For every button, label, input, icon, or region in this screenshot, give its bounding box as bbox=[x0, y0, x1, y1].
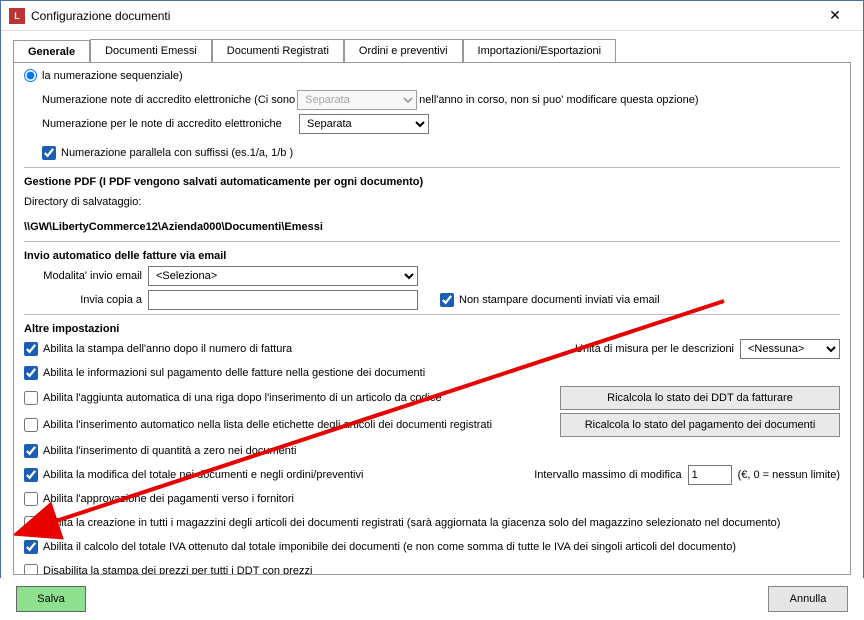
ricalcola-ddt-button[interactable]: Ricalcola lo stato dei DDT da fatturare bbox=[560, 386, 840, 410]
c7-label: Abilita l'approvazione dei pagamenti ver… bbox=[43, 493, 294, 505]
save-button[interactable]: Salva bbox=[16, 586, 86, 612]
c10-checkbox[interactable] bbox=[24, 564, 38, 575]
email-copia-label: Invia copia a bbox=[24, 294, 142, 306]
email-nostampa-checkbox[interactable] bbox=[440, 293, 454, 307]
c9-checkbox[interactable] bbox=[24, 540, 38, 554]
c10-label: Disabilita la stampa dei prezzi per tutt… bbox=[43, 565, 312, 575]
c3-checkbox[interactable] bbox=[24, 391, 38, 405]
radio-truncated-row: la numerazione sequenziale) bbox=[24, 65, 840, 86]
c5-label: Abilita l'inserimento di quantità a zero… bbox=[43, 445, 296, 457]
num-per-note-select[interactable]: Separata bbox=[299, 114, 429, 134]
unita-label: Unità di misura per le descrizioni bbox=[575, 343, 734, 355]
c5-checkbox[interactable] bbox=[24, 444, 38, 458]
tab-documenti-registrati[interactable]: Documenti Registrati bbox=[212, 39, 344, 62]
close-button[interactable]: ✕ bbox=[815, 2, 855, 30]
parallela-checkbox[interactable] bbox=[42, 146, 56, 160]
tab-strip: Generale Documenti Emessi Documenti Regi… bbox=[1, 31, 863, 62]
c2-checkbox[interactable] bbox=[24, 366, 38, 380]
intervallo-label: Intervallo massimo di modifica bbox=[534, 469, 681, 481]
ricalcola-pagamento-button[interactable]: Ricalcola lo stato del pagamento dei doc… bbox=[560, 413, 840, 437]
num-note-label-post: nell'anno in corso, non si puo' modifica… bbox=[419, 94, 698, 106]
num-note-select: Separata bbox=[297, 90, 417, 110]
c4-label: Abilita l'inserimento automatico nella l… bbox=[43, 419, 492, 431]
tab-panel-generale: la numerazione sequenziale) Numerazione … bbox=[14, 63, 850, 574]
unita-select[interactable]: <Nessuna> bbox=[740, 339, 840, 359]
numbering-mode-radio[interactable] bbox=[24, 69, 37, 82]
c8-label: Abilita la creazione in tutti i magazzin… bbox=[43, 517, 780, 529]
c6-checkbox[interactable] bbox=[24, 468, 38, 482]
c8-checkbox[interactable] bbox=[24, 516, 38, 530]
email-nostampa-label: Non stampare documenti inviati via email bbox=[459, 294, 660, 306]
c9-label: Abilita il calcolo del totale IVA ottenu… bbox=[43, 541, 736, 553]
c4-checkbox[interactable] bbox=[24, 418, 38, 432]
app-icon: L bbox=[9, 8, 25, 24]
num-per-note-label: Numerazione per le note di accredito ele… bbox=[42, 118, 299, 130]
c7-checkbox[interactable] bbox=[24, 492, 38, 506]
c6-label: Abilita la modifica del totale nei docum… bbox=[43, 469, 363, 481]
intervallo-hint: (€, 0 = nessun limite) bbox=[738, 469, 840, 481]
pdf-section-head: Gestione PDF (I PDF vengono salvati auto… bbox=[24, 176, 840, 188]
title-bar: L Configurazione documenti ✕ bbox=[1, 1, 863, 31]
email-section-head: Invio automatico delle fatture via email bbox=[24, 250, 840, 262]
tab-ordini-preventivi[interactable]: Ordini e preventivi bbox=[344, 39, 463, 62]
email-copia-input[interactable] bbox=[148, 290, 418, 310]
tab-generale[interactable]: Generale bbox=[13, 40, 90, 63]
dialog-footer: Salva Annulla bbox=[0, 578, 864, 620]
altre-section-head: Altre impostazioni bbox=[24, 323, 840, 335]
window-title: Configurazione documenti bbox=[31, 9, 815, 23]
tab-import-export[interactable]: Importazioni/Esportazioni bbox=[463, 39, 617, 62]
parallela-label: Numerazione parallela con suffissi (es.1… bbox=[61, 147, 293, 159]
email-modalita-label: Modalita' invio email bbox=[24, 270, 142, 282]
c2-label: Abilita le informazioni sul pagamento de… bbox=[43, 367, 425, 379]
tab-documenti-emessi[interactable]: Documenti Emessi bbox=[90, 39, 212, 62]
c1-checkbox[interactable] bbox=[24, 342, 38, 356]
intervallo-input[interactable] bbox=[688, 465, 732, 485]
radio-truncated-label: la numerazione sequenziale) bbox=[42, 70, 183, 82]
c1-label: Abilita la stampa dell'anno dopo il nume… bbox=[43, 343, 292, 355]
pdf-dir-value: \\GW\LibertyCommerce12\Azienda000\Docume… bbox=[24, 216, 840, 237]
email-modalita-select[interactable]: <Seleziona> bbox=[148, 266, 418, 286]
cancel-button[interactable]: Annulla bbox=[768, 586, 848, 612]
pdf-dir-label: Directory di salvataggio: bbox=[24, 196, 141, 208]
c3-label: Abilita l'aggiunta automatica di una rig… bbox=[43, 392, 442, 404]
num-note-label-pre: Numerazione note di accredito elettronic… bbox=[42, 94, 295, 106]
